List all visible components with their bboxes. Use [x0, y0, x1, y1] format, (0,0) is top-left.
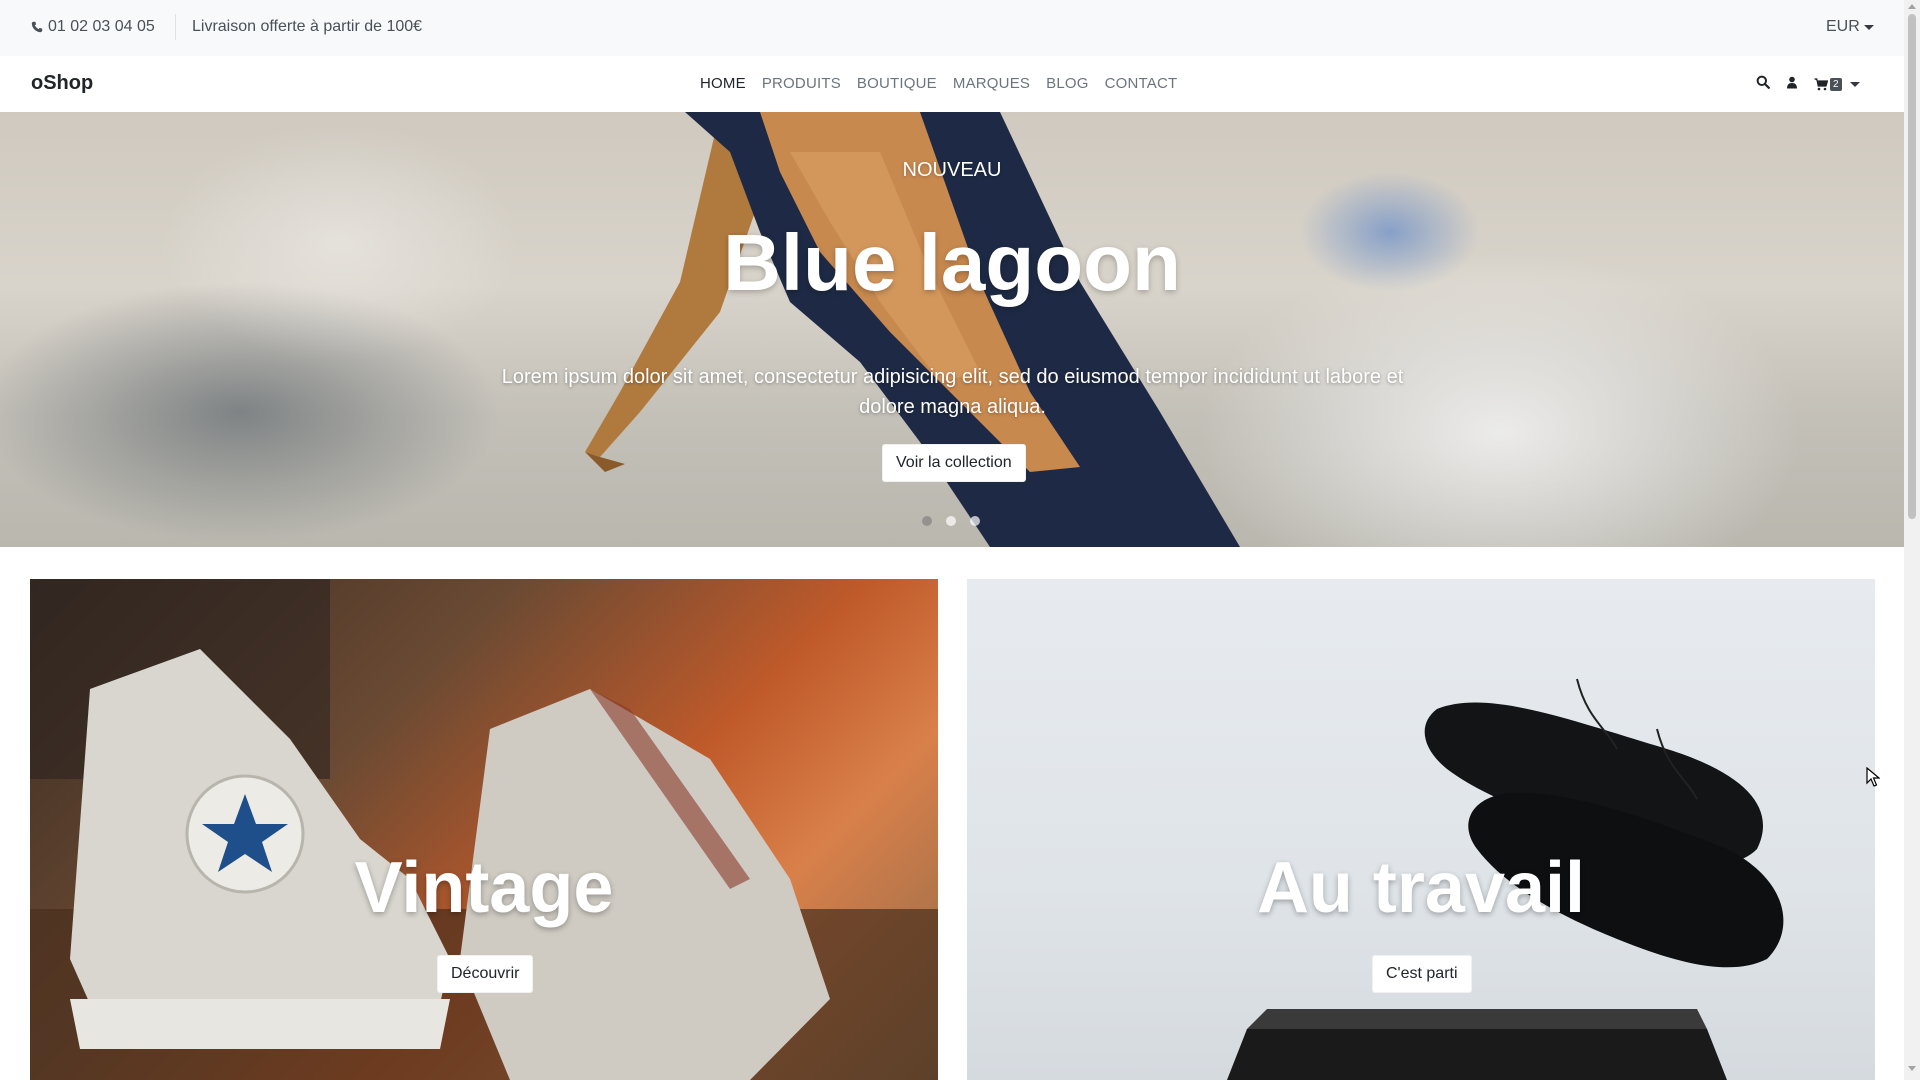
- carousel-dot-1[interactable]: [922, 516, 932, 526]
- nav-link-blog[interactable]: BLOG: [1038, 75, 1096, 92]
- hero-description: Lorem ipsum dolor sit amet, consectetur …: [501, 366, 1404, 418]
- topbar-divider: [175, 14, 176, 40]
- scroll-up-icon[interactable]: [1908, 4, 1916, 9]
- cart-dropdown[interactable]: 2: [1814, 78, 1860, 91]
- discover-button[interactable]: Découvrir: [437, 955, 534, 993]
- hero-carousel: NOUVEAU Blue lagoon Lorem ipsum dolor si…: [0, 112, 1904, 547]
- top-info-bar: 01 02 03 04 05 Livraison offerte à parti…: [0, 0, 1904, 56]
- phone-icon: [31, 21, 43, 33]
- currency-label: EUR: [1826, 18, 1860, 35]
- hero-title: Blue lagoon: [723, 218, 1181, 307]
- mouse-cursor-icon: [1866, 767, 1880, 787]
- main-nav: HOME PRODUITS BOUTIQUE MARQUES BLOG CONT…: [692, 75, 1185, 92]
- nav-link-home[interactable]: HOME: [692, 75, 754, 92]
- free-shipping-notice: Livraison offerte à partir de 100€: [192, 18, 423, 35]
- brand-logo[interactable]: oShop: [31, 72, 93, 95]
- sneakers-image: [30, 579, 938, 1080]
- category-card-au-travail[interactable]: Au travail C'est parti: [967, 579, 1875, 1080]
- nav-link-contact[interactable]: CONTACT: [1097, 75, 1186, 92]
- carousel-dot-2[interactable]: [946, 516, 956, 526]
- hero-content: NOUVEAU Blue lagoon Lorem ipsum dolor si…: [0, 112, 1904, 547]
- view-collection-button[interactable]: Voir la collection: [882, 444, 1026, 482]
- scroll-down-icon[interactable]: [1908, 1066, 1916, 1071]
- carousel-indicators: [922, 516, 980, 526]
- search-icon[interactable]: [1756, 75, 1770, 94]
- chevron-down-icon: [1849, 82, 1860, 87]
- nav-link-produits[interactable]: PRODUITS: [754, 75, 849, 92]
- cart-icon: [1814, 78, 1828, 91]
- get-started-button[interactable]: C'est parti: [1372, 955, 1472, 993]
- nav-icons: 2: [1756, 75, 1860, 94]
- hero-kicker: NOUVEAU: [902, 159, 1002, 181]
- phone-contact: 01 02 03 04 05: [31, 18, 155, 36]
- cart-count-badge: 2: [1830, 78, 1842, 91]
- dress-shoes-image: [1227, 678, 1784, 1080]
- chevron-down-icon: [1863, 24, 1874, 30]
- main-navbar: oShop HOME PRODUITS BOUTIQUE MARQUES BLO…: [0, 56, 1904, 112]
- scrollbar-thumb[interactable]: [1908, 14, 1916, 519]
- phone-number: 01 02 03 04 05: [48, 18, 155, 35]
- user-icon[interactable]: [1786, 76, 1798, 94]
- category-title: Au travail: [1256, 848, 1586, 928]
- nav-link-marques[interactable]: MARQUES: [945, 75, 1038, 92]
- category-title: Vintage: [354, 848, 614, 928]
- carousel-dot-3[interactable]: [970, 516, 980, 526]
- currency-dropdown[interactable]: EUR: [1826, 18, 1874, 36]
- category-card-vintage[interactable]: Vintage Découvrir: [30, 579, 938, 1080]
- nav-link-boutique[interactable]: BOUTIQUE: [849, 75, 945, 92]
- page-scrollbar[interactable]: [1904, 0, 1920, 1080]
